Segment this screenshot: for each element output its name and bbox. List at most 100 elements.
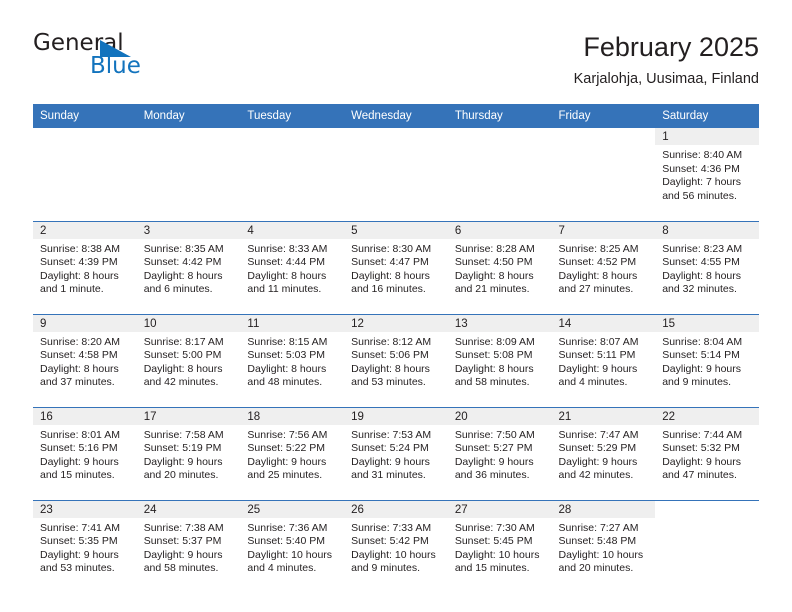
sunrise-text: Sunrise: 8:20 AM (40, 335, 120, 348)
daylight-text: Daylight: 8 hours and 11 minutes. (247, 269, 327, 296)
calendar-day-cell[interactable]: 14 Sunrise: 8:07 AM Sunset: 5:11 PM Dayligh… (551, 313, 656, 407)
calendar-day-cell[interactable]: 1 Sunrise: 8:40 AM Sunset: 4:36 PM Daylight… (655, 128, 759, 221)
calendar-cell-empty (448, 128, 552, 221)
day-number: 27 (447, 500, 552, 518)
daylight-text: Daylight: 9 hours and 47 minutes. (662, 455, 742, 482)
sunset-text: Sunset: 4:42 PM (143, 256, 222, 269)
calendar-day-cell[interactable]: 22 Sunrise: 7:44 AM Sunset: 5:32 PM Dayligh… (655, 406, 759, 500)
sunset-text: Sunset: 5:11 PM (558, 349, 636, 362)
calendar-day-cell[interactable]: 7 Sunrise: 8:25 AM Sunset: 4:52 PM Daylight… (551, 220, 656, 314)
calendar-day-cell[interactable]: 25 Sunrise: 7:36 AM Sunset: 5:40 PM Dayligh… (240, 499, 345, 593)
sun-info: Sunrise: 7:53 AM Sunset: 5:24 PM Daylight:… (344, 425, 448, 483)
sun-info: Sunrise: 8:09 AM Sunset: 5:08 PM Daylight:… (448, 332, 552, 390)
calendar-day-cell[interactable]: 26 Sunrise: 7:33 AM Sunset: 5:42 PM Dayligh… (344, 499, 448, 593)
sunrise-text: Sunrise: 8:40 AM (662, 149, 743, 161)
day-number-band (344, 128, 448, 145)
calendar-page: General Blue February 2025 Karjalohja, U… (0, 0, 792, 612)
calendar-day-cell[interactable]: 4 Sunrise: 8:33 AM Sunset: 4:44 PM Daylight… (240, 220, 345, 314)
calendar-day-cell[interactable]: 17 Sunrise: 7:58 AM Sunset: 5:19 PM Dayligh… (136, 406, 241, 500)
weekday-header-wednesday: Wednesday (344, 104, 448, 128)
day-number: 23 (33, 500, 137, 518)
calendar-day-cell[interactable]: 8 Sunrise: 8:23 AM Sunset: 4:55 PM Daylight… (655, 220, 759, 314)
daylight-text: Daylight: 9 hours and 53 minutes. (40, 548, 119, 575)
calendar-day-cell[interactable]: 23 Sunrise: 7:41 AM Sunset: 5:35 PM Dayligh… (33, 499, 137, 593)
sunset-text: Sunset: 5:16 PM (40, 442, 118, 455)
calendar-day-cell[interactable]: 3 Sunrise: 8:35 AM Sunset: 4:42 PM Daylight… (136, 220, 241, 314)
daylight-text: Daylight: 9 hours and 58 minutes. (143, 548, 223, 575)
calendar-week-row: 9 Sunrise: 8:20 AM Sunset: 4:58 PM Daylight… (33, 313, 759, 407)
calendar-day-cell[interactable]: 28 Sunrise: 7:27 AM Sunset: 5:48 PM Dayligh… (551, 499, 656, 593)
calendar-day-cell[interactable]: 21 Sunrise: 7:47 AM Sunset: 5:29 PM Dayligh… (551, 406, 656, 500)
daylight-text: Daylight: 8 hours and 58 minutes. (454, 362, 534, 389)
brand-logo[interactable]: General Blue (33, 30, 263, 88)
sun-info: Sunrise: 7:56 AM Sunset: 5:22 PM Daylight:… (240, 425, 344, 483)
calendar-day-cell[interactable]: 9 Sunrise: 8:20 AM Sunset: 4:58 PM Daylight… (33, 313, 137, 407)
weekday-header-monday: Monday (136, 104, 241, 128)
calendar-day-cell[interactable]: 15 Sunrise: 8:04 AM Sunset: 5:14 PM Dayligh… (655, 313, 759, 407)
sunset-text: Sunset: 5:45 PM (454, 535, 533, 548)
daylight-text: Daylight: 8 hours and 1 minute. (40, 269, 119, 296)
sunset-text: Sunset: 5:03 PM (247, 349, 326, 362)
calendar-day-cell[interactable]: 6 Sunrise: 8:28 AM Sunset: 4:50 PM Daylight… (447, 220, 552, 314)
sunset-text: Sunset: 5:24 PM (351, 442, 429, 455)
sun-info: Sunrise: 7:33 AM Sunset: 5:42 PM Daylight:… (344, 518, 448, 576)
daylight-text: Daylight: 8 hours and 37 minutes. (40, 362, 119, 389)
sunrise-text: Sunrise: 8:12 AM (351, 335, 432, 348)
calendar-day-cell[interactable]: 2 Sunrise: 8:38 AM Sunset: 4:39 PM Daylight… (33, 220, 137, 314)
calendar-cell-empty (137, 128, 241, 221)
weekday-header-thursday: Thursday (447, 104, 552, 128)
calendar-day-cell[interactable]: 10 Sunrise: 8:17 AM Sunset: 5:00 PM Dayligh… (136, 313, 241, 407)
calendar-table: Sunday Monday Tuesday Wednesday Thursday Frid… (33, 104, 759, 593)
sunset-text: Sunset: 5:06 PM (351, 349, 429, 362)
sunset-text: Sunset: 5:14 PM (662, 349, 740, 362)
sun-info: Sunrise: 8:23 AM Sunset: 4:55 PM Daylight:… (655, 239, 759, 297)
calendar-day-cell[interactable]: 11 Sunrise: 8:15 AM Sunset: 5:03 PM Dayligh… (240, 313, 345, 407)
sunrise-text: Sunrise: 8:09 AM (454, 335, 535, 348)
daylight-text: Daylight: 8 hours and 27 minutes. (558, 269, 638, 296)
daylight-text: Daylight: 8 hours and 32 minutes. (662, 269, 742, 296)
sunrise-text: Sunrise: 8:25 AM (558, 242, 639, 255)
day-number: 16 (33, 407, 137, 425)
calendar-day-cell[interactable]: 16 Sunrise: 8:01 AM Sunset: 5:16 PM Dayligh… (33, 406, 137, 500)
day-number: 6 (447, 221, 552, 239)
daylight-text: Daylight: 9 hours and 20 minutes. (143, 455, 223, 482)
calendar-day-cell[interactable]: 24 Sunrise: 7:38 AM Sunset: 5:37 PM Dayligh… (136, 499, 241, 593)
calendar-cell-empty (552, 128, 656, 221)
day-number: 4 (240, 221, 345, 239)
sun-info: Sunrise: 8:12 AM Sunset: 5:06 PM Daylight:… (344, 332, 448, 390)
sun-info: Sunrise: 8:07 AM Sunset: 5:11 PM Daylight:… (552, 332, 656, 390)
calendar-day-cell[interactable]: 19 Sunrise: 7:53 AM Sunset: 5:24 PM Dayligh… (344, 406, 448, 500)
calendar-day-cell[interactable]: 5 Sunrise: 8:30 AM Sunset: 4:47 PM Daylight… (344, 220, 448, 314)
sunrise-text: Sunrise: 7:53 AM (351, 428, 432, 441)
sunset-text: Sunset: 5:08 PM (454, 349, 533, 362)
daylight-text: Daylight: 9 hours and 31 minutes. (351, 455, 430, 482)
day-number: 10 (136, 314, 241, 332)
calendar-day-cell[interactable]: 18 Sunrise: 7:56 AM Sunset: 5:22 PM Dayligh… (240, 406, 345, 500)
daylight-text: Daylight: 9 hours and 42 minutes. (558, 455, 638, 482)
day-number: 26 (344, 500, 448, 518)
sun-info: Sunrise: 7:27 AM Sunset: 5:48 PM Daylight:… (552, 518, 656, 576)
day-number: 12 (344, 314, 448, 332)
sunrise-text: Sunrise: 7:38 AM (143, 521, 224, 534)
calendar-cell-empty (33, 128, 137, 221)
daylight-text: Daylight: 10 hours and 9 minutes. (351, 548, 436, 575)
calendar-day-cell[interactable]: 27 Sunrise: 7:30 AM Sunset: 5:45 PM Dayligh… (447, 499, 552, 593)
calendar-day-cell[interactable]: 12 Sunrise: 8:12 AM Sunset: 5:06 PM Dayligh… (344, 313, 448, 407)
sun-info: Sunrise: 7:58 AM Sunset: 5:19 PM Daylight:… (137, 425, 241, 483)
day-number: 20 (447, 407, 552, 425)
day-number: 9 (33, 314, 137, 332)
sunset-text: Sunset: 5:00 PM (143, 349, 222, 362)
brand-name-blue: Blue (90, 53, 141, 79)
sunset-text: Sunset: 5:37 PM (143, 535, 222, 548)
day-number: 17 (136, 407, 241, 425)
sunset-text: Sunset: 5:22 PM (247, 442, 326, 455)
sun-info: Sunrise: 7:44 AM Sunset: 5:32 PM Daylight:… (655, 425, 759, 483)
calendar-day-cell[interactable]: 13 Sunrise: 8:09 AM Sunset: 5:08 PM Dayligh… (447, 313, 552, 407)
sunset-text: Sunset: 4:36 PM (662, 162, 740, 175)
calendar-day-cell[interactable]: 20 Sunrise: 7:50 AM Sunset: 5:27 PM Dayligh… (447, 406, 552, 500)
day-number: 11 (240, 314, 345, 332)
day-number: 28 (551, 500, 656, 518)
sunrise-text: Sunrise: 7:33 AM (351, 521, 432, 534)
day-number-band (448, 128, 552, 145)
title-block: February 2025 Karjalohja, Uusimaa, Finla… (574, 30, 759, 90)
